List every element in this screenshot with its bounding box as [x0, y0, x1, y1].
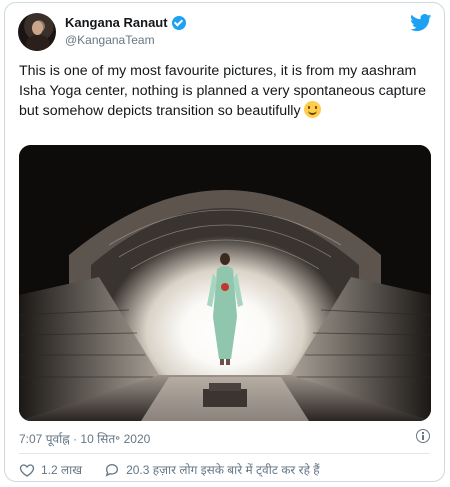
- tweet-text: This is one of my most favourite picture…: [19, 63, 427, 119]
- author-avatar[interactable]: [18, 13, 56, 51]
- twitter-bird-icon[interactable]: [410, 14, 432, 32]
- tweet-card[interactable]: Kangana Ranaut @KanganaTeam This is one …: [4, 2, 445, 482]
- tweet-photo[interactable]: [19, 145, 431, 421]
- conversation-count: 20.3 हज़ार लोग इसके बारे में ट्वीट कर रह…: [126, 463, 320, 477]
- tweet-timestamp[interactable]: 7:07 पूर्वाह्न · 10 सित॰ 2020: [19, 430, 150, 447]
- tweet-actions: 1.2 लाख 20.3 हज़ार लोग इसके बारे में ट्व…: [19, 461, 342, 478]
- info-icon[interactable]: [416, 429, 430, 443]
- like-count: 1.2 लाख: [41, 463, 83, 477]
- author-name[interactable]: Kangana Ranaut: [65, 15, 168, 30]
- author-name-row: Kangana Ranaut: [65, 15, 186, 30]
- heart-icon: [19, 463, 35, 477]
- footer-divider: [19, 453, 430, 454]
- comment-icon: [105, 463, 119, 477]
- tunnel-photo-image: [19, 145, 431, 421]
- tweet-text-block: This is one of my most favourite picture…: [19, 61, 429, 121]
- conversation-button[interactable]: 20.3 हज़ार लोग इसके बारे में ट्वीट कर रह…: [104, 461, 320, 478]
- verified-badge-icon: [171, 15, 186, 30]
- author-handle[interactable]: @KanganaTeam: [65, 33, 155, 47]
- smiling-face-emoji-icon: [303, 101, 321, 118]
- like-button[interactable]: 1.2 लाख: [19, 461, 82, 478]
